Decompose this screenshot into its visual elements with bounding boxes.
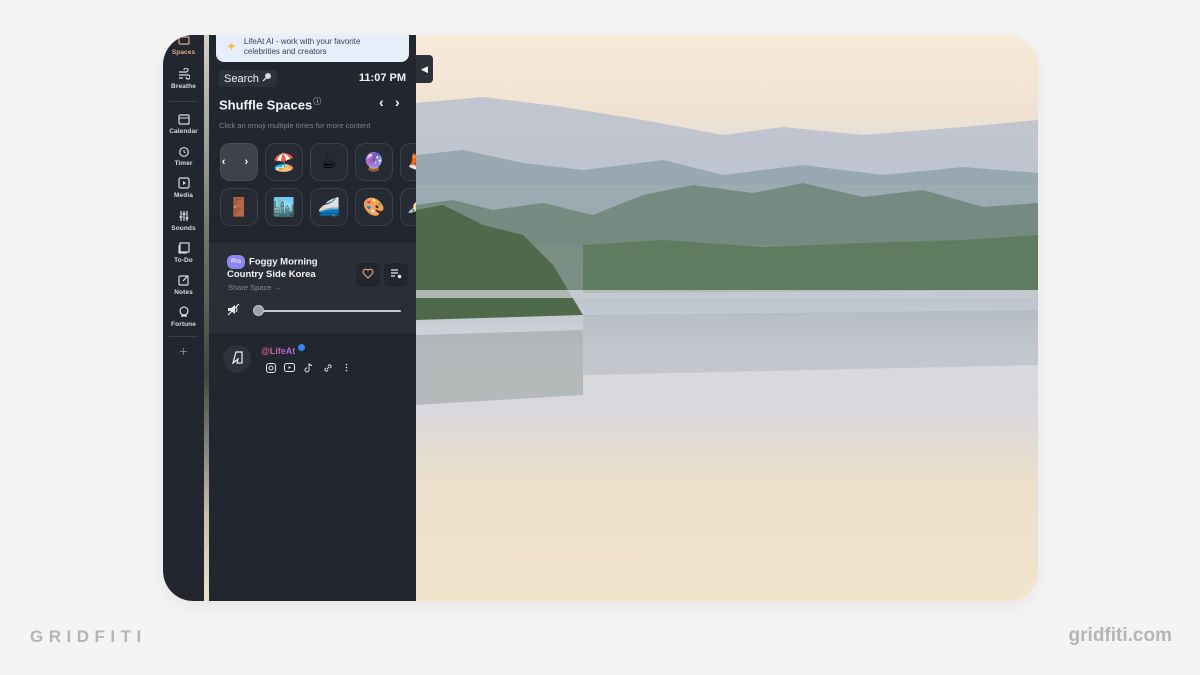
watermark-right: gridfiti.com [1068,625,1172,646]
rail-divider [169,336,198,337]
link-icon[interactable] [322,362,333,373]
rail-item-todo[interactable]: To-Do [163,241,204,264]
pro-badge: Pro [227,255,246,269]
alarm-clock-icon [177,144,191,158]
rail-item-breathe[interactable]: Breathe [163,67,204,90]
info-icon[interactable]: ⓘ [313,97,321,106]
prev-page-button[interactable]: ‹ [379,94,384,110]
checklist-icon [177,241,191,255]
favorite-button[interactable] [356,263,380,287]
instagram-icon[interactable] [265,362,276,373]
lifeat-logo-icon [230,350,244,369]
creator-section: @LifeAt [209,333,416,388]
magnifier-icon [262,72,272,85]
emoji-tile-selected[interactable]: ‹ › [220,143,258,181]
rail-item-fortune[interactable]: Fortune [163,305,204,328]
sliders-icon [177,209,191,223]
rail-divider [169,101,198,102]
rail-item-media[interactable]: Media [163,176,204,199]
youtube-icon[interactable] [284,362,295,373]
now-playing-card: Pro Foggy Morning Country Side Korea Shar… [209,243,416,333]
space-title: Pro Foggy Morning Country Side Korea [227,255,318,280]
emoji-tile[interactable]: 🚄 [310,188,348,226]
volume-thumb[interactable] [253,305,264,316]
emoji-tile[interactable]: ☕ [310,143,348,181]
search-button[interactable]: Search [219,70,277,87]
mute-icon[interactable] [227,303,241,321]
volume-slider[interactable] [257,310,401,312]
rail-item-timer[interactable]: Timer [163,144,204,167]
play-square-icon [177,176,191,190]
share-space-link[interactable]: Share Space → [228,283,281,292]
social-links [265,362,352,373]
watermark-left: GRIDFITI [30,627,147,646]
sparkle-icon: ✦ [226,38,237,54]
verified-badge-icon [298,344,305,351]
shuffle-hint: Click an emoji multiple times for more c… [219,121,371,130]
next-page-button[interactable]: › [395,94,400,110]
lifeat-ai-banner[interactable]: ✦ LifeAt AI - work with your favorite ce… [216,35,409,62]
add-widget-button[interactable]: + [163,343,204,359]
creator-handle[interactable]: @LifeAt [261,346,295,356]
shuffle-spaces-title: Shuffle Spacesⓘ [219,97,322,113]
playlist-icon [390,266,402,284]
left-rail: Spaces Breathe Calendar Timer Media Soun… [163,35,204,601]
calendar-icon [177,112,191,126]
spaces-panel: ✦ LifeAt AI - work with your favorite ce… [209,35,416,601]
edit-note-icon [177,273,191,287]
emoji-tile[interactable]: 🎨 [355,188,393,226]
emoji-tile[interactable]: 🏙️ [265,188,303,226]
avatar[interactable] [223,345,251,373]
emoji-grid: ‹ › 🏖️ ☕ 🔮 🦊 🚪 🏙️ 🚄 🎨 🪐 [220,143,416,227]
emoji-tile[interactable]: 🔮 [355,143,393,181]
emoji-tile[interactable]: 🏖️ [265,143,303,181]
emoji-tile[interactable]: 🪐 [400,188,416,226]
emoji-tile[interactable]: 🦊 [400,143,416,181]
emoji-tile[interactable]: 🚪 [220,188,258,226]
spaces-icon [177,35,191,47]
rail-item-spaces[interactable]: Spaces [163,35,204,56]
queue-button[interactable] [384,263,408,287]
crystal-ball-icon [177,305,191,319]
more-icon[interactable] [341,362,352,373]
wind-icon [177,67,191,81]
clock: 11:07 PM [358,72,406,84]
heart-icon [362,266,374,284]
rail-item-sounds[interactable]: Sounds [163,209,204,232]
rail-item-calendar[interactable]: Calendar [163,112,204,135]
collapse-panel-button[interactable]: ◀ [416,55,433,83]
rail-item-notes[interactable]: Notes [163,273,204,296]
tiktok-icon[interactable] [303,362,314,373]
app-window: Spaces Breathe Calendar Timer Media Soun… [163,35,1038,601]
